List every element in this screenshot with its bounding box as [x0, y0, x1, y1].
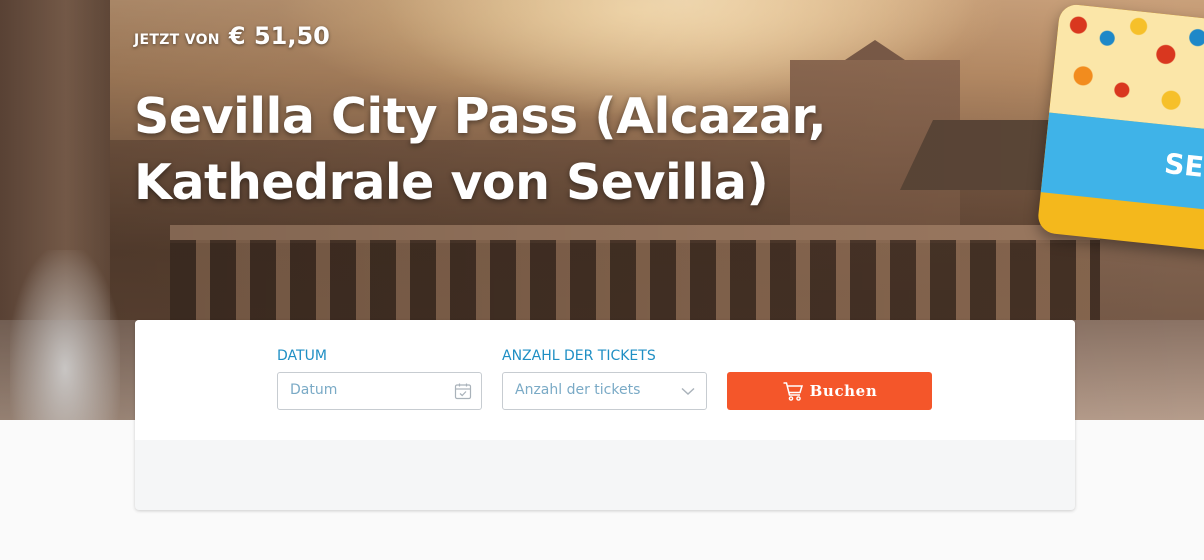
pass-card-text: SE: [1162, 146, 1204, 184]
page-title: Sevilla City Pass (Alcazar, Kathedrale v…: [134, 88, 827, 211]
city-pass-card-image: SE: [1036, 3, 1204, 255]
date-label: DATUM: [277, 348, 327, 364]
tickets-label: ANZAHL DER TICKETS: [502, 348, 656, 364]
price-line: JETZT VON € 51,50: [134, 22, 330, 50]
book-button-label: Buchen: [809, 382, 878, 400]
cart-icon: [783, 382, 803, 401]
price-prefix: JETZT VON: [134, 32, 220, 48]
calendar-icon: [454, 383, 472, 400]
book-button[interactable]: Buchen: [727, 372, 932, 410]
price-value: € 51,50: [228, 22, 330, 50]
booking-panel: DATUM Datum ANZAHL DER TICKETS Anzahl de…: [135, 320, 1075, 510]
booking-form: DATUM Datum ANZAHL DER TICKETS Anzahl de…: [135, 320, 1075, 440]
date-placeholder: Datum: [290, 382, 338, 398]
tickets-placeholder: Anzahl der tickets: [515, 382, 641, 398]
chevron-down-icon: [681, 387, 695, 395]
date-field[interactable]: Datum: [277, 372, 482, 410]
tickets-select[interactable]: Anzahl der tickets: [502, 372, 707, 410]
